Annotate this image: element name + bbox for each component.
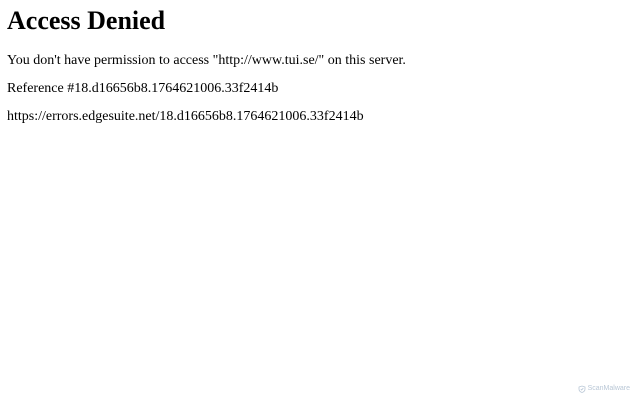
page-title: Access Denied	[7, 6, 166, 35]
watermark-label: ScanMalware	[587, 385, 630, 392]
scanmalware-logo-icon	[578, 385, 586, 393]
scanmalware-watermark: ScanMalware	[578, 384, 630, 393]
permission-message: You don't have permission to access "htt…	[7, 53, 406, 68]
error-url: https://errors.edgesuite.net/18.d16656b8…	[7, 109, 364, 124]
reference-id: Reference #18.d16656b8.1764621006.33f241…	[7, 81, 279, 96]
